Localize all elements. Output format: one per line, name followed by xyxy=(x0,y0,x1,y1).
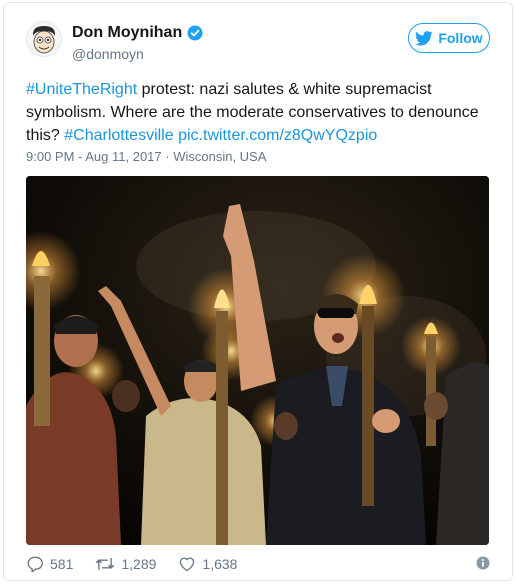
retweet-count: 1,289 xyxy=(121,556,157,572)
follow-button[interactable]: Follow xyxy=(408,23,490,53)
avatar[interactable] xyxy=(26,21,62,57)
tweet-actions: 581 1,289 1,638 xyxy=(26,555,490,573)
user-info: Don Moynihan @donmoyn xyxy=(72,23,203,63)
tweet-meta: 9:00 PM - Aug 11, 2017 · Wisconsin, USA xyxy=(26,149,266,164)
info-icon xyxy=(476,556,490,570)
cartoon-face-icon xyxy=(27,22,61,56)
tweet-text: #UniteTheRight protest: nazi salutes & w… xyxy=(26,78,496,147)
meta-separator: · xyxy=(161,149,174,164)
timestamp[interactable]: 9:00 PM - Aug 11, 2017 xyxy=(26,149,162,164)
retweet-icon xyxy=(96,557,115,571)
retweet-action[interactable]: 1,289 xyxy=(95,556,156,572)
follow-label: Follow xyxy=(438,30,483,46)
heart-icon xyxy=(180,557,195,572)
info-button[interactable] xyxy=(476,556,490,573)
hashtag-charlottesville[interactable]: #Charlottesville xyxy=(64,127,173,144)
like-count: 1,638 xyxy=(202,556,238,572)
reply-count: 581 xyxy=(50,556,74,572)
location[interactable]: Wisconsin, USA xyxy=(173,149,266,164)
reply-action[interactable]: 581 xyxy=(26,556,73,572)
pic-link[interactable]: pic.twitter.com/z8QwYQzpio xyxy=(178,127,377,144)
like-action[interactable]: 1,638 xyxy=(178,556,237,572)
display-name[interactable]: Don Moynihan xyxy=(72,23,182,43)
user-name-row[interactable]: Don Moynihan xyxy=(72,23,203,43)
hashtag-unitetheright[interactable]: #UniteTheRight xyxy=(26,81,137,98)
twitter-bird-icon xyxy=(415,30,434,46)
reply-icon xyxy=(27,556,43,572)
torch-rally-photo-image xyxy=(26,176,489,545)
user-handle[interactable]: @donmoyn xyxy=(72,45,203,63)
tweet-photo[interactable] xyxy=(26,176,489,545)
tweet-card: Don Moynihan @donmoyn Follow #UniteTheRi… xyxy=(3,2,513,581)
verified-badge-icon xyxy=(187,25,203,41)
